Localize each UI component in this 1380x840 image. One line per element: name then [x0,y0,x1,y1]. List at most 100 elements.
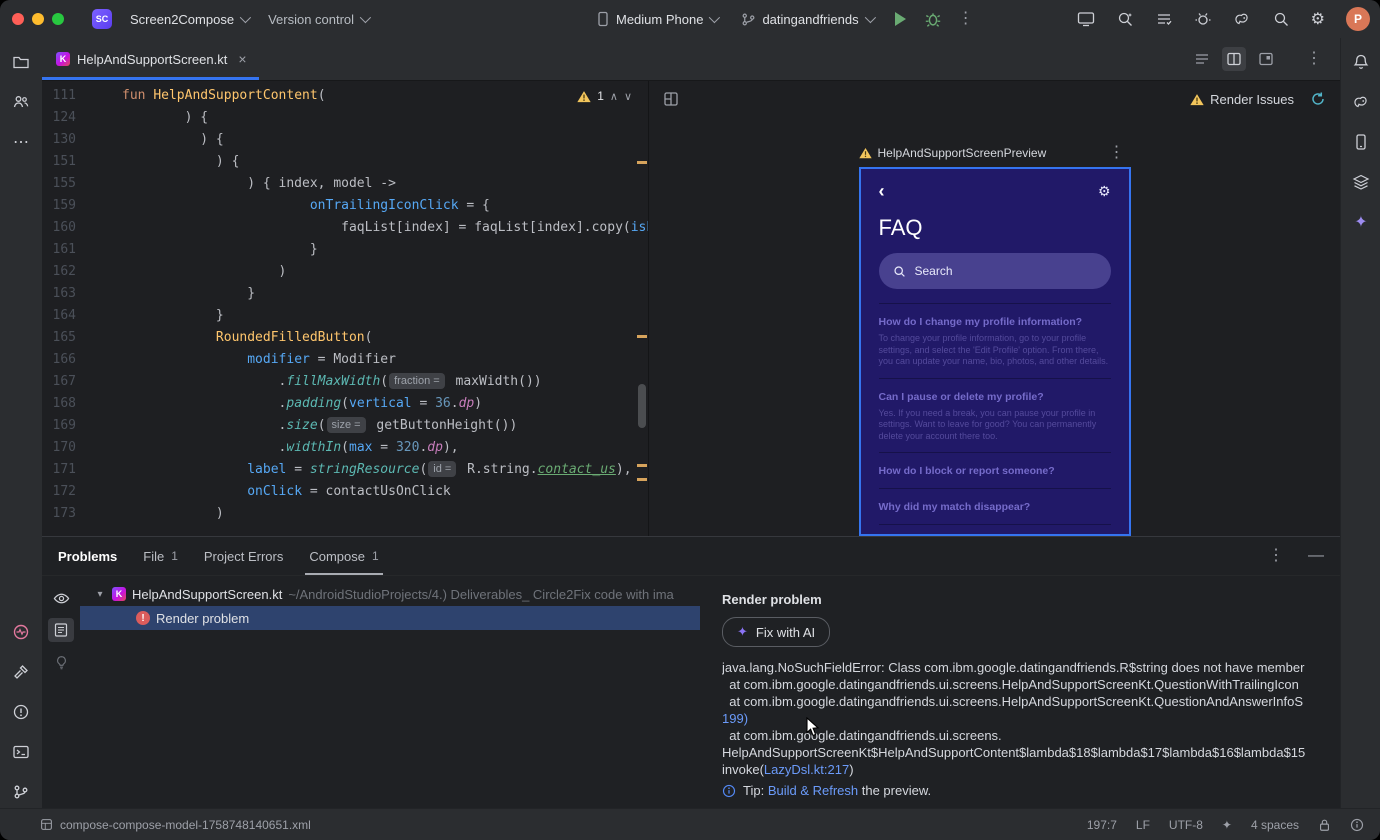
details-toggle-button[interactable] [48,618,74,642]
terminal-tool-button[interactable] [7,738,35,766]
tab-close-icon[interactable]: × [238,51,246,67]
panel-options-kebab[interactable]: ⋮ [1262,548,1290,564]
line-number[interactable]: 173 [42,503,76,525]
vcs-selector[interactable]: Version control [258,6,378,32]
line-number[interactable]: 168 [42,393,76,415]
line-number[interactable]: 164 [42,305,76,327]
code-line[interactable]: fun HelpAndSupportContent( [122,85,648,107]
search-icon[interactable] [1272,10,1290,28]
line-number[interactable]: 111 [42,85,76,107]
gradle-icon[interactable] [1233,10,1251,28]
tab-file[interactable]: File 1 [143,537,178,575]
code-line[interactable]: onTrailingIconClick = { [122,195,648,217]
stack-link[interactable]: LazyDsl.kt:217 [764,762,849,777]
grid-layout-icon[interactable] [663,91,679,107]
phone-preview[interactable]: ‹ ⚙ FAQ Search How do I change my profil… [858,167,1131,536]
notifications-button[interactable] [1347,48,1375,76]
lock-icon[interactable] [1318,818,1331,832]
warning-stripe-mark[interactable] [637,478,647,481]
line-number[interactable]: 170 [42,437,76,459]
code-line[interactable]: .padding(vertical = 36.dp) [122,393,648,415]
code-line[interactable]: ) { [122,151,648,173]
line-number[interactable]: 130 [42,129,76,151]
device-mirror-icon[interactable] [1077,10,1095,28]
code-line[interactable]: onClick = contactUsOnClick [122,481,648,503]
ai-status-icon[interactable]: ✦ [1222,818,1232,832]
preview-toggle-button[interactable] [48,586,74,610]
version-control-tool-button[interactable] [7,778,35,806]
code-line[interactable]: modifier = Modifier [122,349,648,371]
code-line[interactable]: ) { index, model -> [122,173,648,195]
code-line[interactable]: ) [122,503,648,525]
task-list-icon[interactable] [1155,10,1173,28]
ai-search-icon[interactable] [1116,10,1134,28]
run-more-options[interactable]: ⋮ [952,11,980,27]
zoom-window-button[interactable] [52,13,64,25]
code-line[interactable]: faqList[index] = faqList[index].copy(isE [122,217,648,239]
line-number[interactable]: 161 [42,239,76,261]
run-button[interactable] [894,12,906,26]
code-line[interactable]: ) [122,261,648,283]
close-window-button[interactable] [12,13,24,25]
project-selector[interactable]: Screen2Compose [120,6,258,32]
line-number[interactable]: 160 [42,217,76,239]
editor-tab[interactable]: K HelpAndSupportScreen.kt × [42,38,259,80]
code-line[interactable]: } [122,283,648,305]
split-view-button[interactable] [1222,47,1246,71]
stack-link[interactable]: 199) [722,711,748,726]
tree-problem-row[interactable]: ! Render problem [80,606,700,630]
profiler-icon[interactable] [1194,10,1212,28]
line-number[interactable]: 159 [42,195,76,217]
warning-stripe-mark[interactable] [637,161,647,164]
app-quality-insights-button[interactable] [7,618,35,646]
design-view-button[interactable] [1254,47,1278,71]
build-tool-button[interactable] [7,658,35,686]
quick-fix-button[interactable] [48,650,74,674]
line-number[interactable]: 162 [42,261,76,283]
warning-stripe-mark[interactable] [637,335,647,338]
file-encoding[interactable]: UTF-8 [1169,818,1203,832]
line-number[interactable]: 155 [42,173,76,195]
line-number[interactable]: 167 [42,371,76,393]
code-line[interactable]: RoundedFilledButton( [122,327,648,349]
gemini-button[interactable]: ✦ [1347,208,1375,236]
code-line[interactable]: .widthIn(max = 320.dp), [122,437,648,459]
minimize-window-button[interactable] [32,13,44,25]
code-view-button[interactable] [1190,47,1214,71]
user-avatar[interactable]: P [1346,7,1370,31]
tab-project-errors[interactable]: Project Errors [204,537,283,575]
render-issues-button[interactable]: Render Issues [1190,92,1294,107]
code-line[interactable]: .fillMaxWidth(fraction = maxWidth()) [122,371,648,393]
inspection-widget[interactable]: 1 ∧ ∨ [577,89,632,103]
line-number[interactable]: 151 [42,151,76,173]
gradle-tool-button[interactable] [1347,88,1375,116]
code-line[interactable]: ) { [122,107,648,129]
code-line[interactable]: .size(size = getButtonHeight()) [122,415,648,437]
warning-stripe-mark[interactable] [637,464,647,467]
editor-scrollbar[interactable] [638,384,646,428]
code-line[interactable]: ) { [122,129,648,151]
code-line[interactable]: } [122,239,648,261]
line-number[interactable]: 172 [42,481,76,503]
previous-problem-icon[interactable]: ∧ [610,90,618,103]
build-refresh-link[interactable]: Build & Refresh [768,783,858,798]
indent-setting[interactable]: 4 spaces [1251,818,1299,832]
device-manager-button[interactable] [1347,128,1375,156]
minimize-panel-icon[interactable]: — [1308,547,1324,565]
tab-problems[interactable]: Problems [58,537,117,575]
code-line[interactable]: } [122,305,648,327]
commit-tool-button[interactable] [7,88,35,116]
device-selector[interactable]: Medium Phone [586,6,727,32]
caret-position[interactable]: 197:7 [1087,818,1117,832]
line-number[interactable]: 163 [42,283,76,305]
tab-compose[interactable]: Compose 1 [305,537,384,575]
debug-button[interactable] [924,10,942,28]
editor-options-kebab[interactable]: ⋮ [1300,51,1328,67]
line-number[interactable]: 169 [42,415,76,437]
editor-code[interactable]: fun HelpAndSupportContent( ) { ) { ) { )… [122,85,648,536]
line-number[interactable]: 124 [42,107,76,129]
preview-kebab[interactable]: ⋮ [1103,145,1131,161]
more-tool-windows-button[interactable]: ⋯ [7,128,35,156]
info-icon[interactable] [1350,818,1364,832]
next-problem-icon[interactable]: ∨ [624,90,632,103]
